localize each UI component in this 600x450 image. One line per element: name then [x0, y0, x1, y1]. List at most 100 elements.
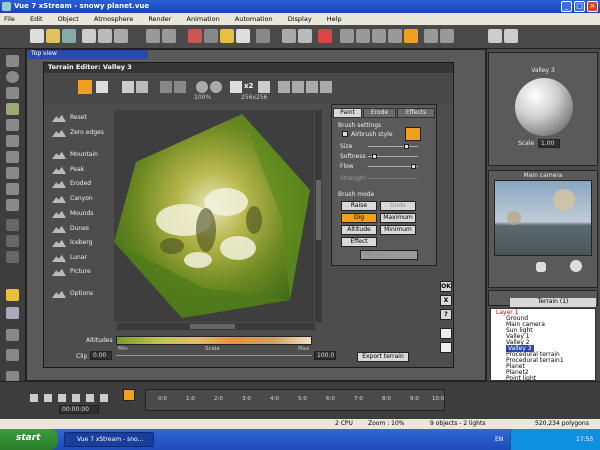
flow-slider-knob[interactable] — [411, 164, 416, 169]
cancel-button[interactable]: X — [440, 295, 452, 306]
terrain-icon[interactable] — [6, 103, 19, 115]
active-view-icon[interactable] — [404, 29, 418, 43]
resolution-icon[interactable] — [230, 81, 242, 93]
altitude-button[interactable]: Altitude — [341, 225, 377, 235]
preset-lunar[interactable]: Lunar — [52, 254, 87, 264]
tool-icon[interactable] — [6, 167, 19, 179]
altitude-gradient-bar[interactable] — [116, 336, 312, 345]
menu-file[interactable]: File — [4, 15, 15, 23]
clip-min-field[interactable]: 0.00 — [90, 351, 112, 360]
move-icon[interactable] — [570, 260, 582, 272]
tool-icon[interactable] — [6, 251, 19, 263]
terrain-horizontal-scroll-thumb[interactable] — [190, 324, 235, 329]
terrain-preview[interactable] — [114, 110, 314, 322]
document-icon[interactable] — [440, 328, 452, 339]
document-icon[interactable] — [440, 342, 452, 353]
copy-icon[interactable] — [122, 81, 134, 93]
ok-button[interactable]: OK — [440, 281, 452, 292]
menu-animation[interactable]: Animation — [187, 15, 220, 23]
menu-object[interactable]: Object — [58, 15, 79, 23]
tool-icon[interactable] — [6, 329, 19, 341]
clip-slider[interactable] — [116, 355, 312, 356]
redo-icon[interactable] — [174, 81, 186, 93]
render-icon[interactable] — [188, 29, 202, 43]
zoom-in-icon[interactable] — [372, 29, 386, 43]
undo-icon[interactable] — [160, 81, 172, 93]
resolution-icon[interactable] — [258, 81, 270, 93]
minimize-button[interactable]: _ — [561, 1, 572, 12]
view-icon[interactable] — [340, 29, 354, 43]
tool-icon[interactable] — [6, 199, 19, 211]
brush-mode-icon[interactable] — [78, 80, 92, 94]
tool-icon[interactable] — [6, 151, 19, 163]
tab-effects[interactable]: Effects — [397, 108, 435, 118]
brush-icon[interactable] — [282, 29, 296, 43]
tool-icon[interactable] — [6, 219, 19, 231]
view-icon[interactable] — [356, 29, 370, 43]
next-icon[interactable] — [86, 394, 94, 402]
camera-icon[interactable] — [256, 29, 270, 43]
redo-icon[interactable] — [162, 29, 176, 43]
strength-slider[interactable] — [368, 178, 418, 179]
paste-icon[interactable] — [114, 29, 128, 43]
export-terrain-button[interactable]: Export terrain — [357, 352, 409, 362]
tab-erode[interactable]: Erode — [363, 108, 396, 118]
clip-max-field[interactable]: 100.0 — [314, 351, 336, 360]
current-time-field[interactable]: 00:00:00 — [59, 405, 99, 414]
camera-preview[interactable] — [494, 180, 592, 256]
effect-dropdown[interactable]: Plateau — [360, 250, 418, 260]
undo-button[interactable]: Undo — [380, 201, 416, 211]
menu-edit[interactable]: Edit — [30, 15, 43, 23]
terrain-tool-icon[interactable] — [278, 81, 290, 93]
menu-render[interactable]: Render — [148, 15, 171, 23]
text-icon[interactable] — [6, 87, 19, 99]
grid-icon[interactable] — [440, 29, 454, 43]
terrain-tool-icon[interactable] — [306, 81, 318, 93]
effect-button[interactable]: Effect — [341, 237, 377, 247]
keyframe-icon[interactable] — [123, 389, 135, 401]
dig-button[interactable]: Dig — [341, 213, 377, 223]
minimum-button[interactable]: Minimum — [380, 225, 416, 235]
zoom-in-icon[interactable] — [196, 81, 208, 93]
preset-eroded[interactable]: Eroded — [52, 180, 91, 190]
close-button[interactable]: × — [587, 1, 598, 12]
raise-button[interactable]: Raise — [341, 201, 377, 211]
hand-pan-icon[interactable] — [536, 262, 546, 272]
copy-icon[interactable] — [98, 29, 112, 43]
previous-icon[interactable] — [44, 394, 52, 402]
terrain-vertical-scroll-thumb[interactable] — [316, 180, 321, 240]
help-button[interactable]: ? — [440, 309, 452, 320]
forward-icon[interactable] — [100, 394, 108, 402]
preset-peak[interactable]: Peak — [52, 166, 84, 176]
tool-icon[interactable] — [6, 307, 19, 319]
sun-icon[interactable] — [220, 29, 234, 43]
start-button[interactable]: start — [0, 429, 58, 450]
tool-icon[interactable] — [6, 235, 19, 247]
layout-icon[interactable] — [504, 29, 518, 43]
terrain-view-icon[interactable] — [96, 81, 108, 93]
cut-icon[interactable] — [82, 29, 96, 43]
menu-atmosphere[interactable]: Atmosphere — [94, 15, 133, 23]
menu-help[interactable]: Help — [327, 15, 342, 23]
size-slider[interactable] — [368, 146, 418, 147]
terrain-tool-icon[interactable] — [292, 81, 304, 93]
color-balls-icon[interactable] — [318, 29, 332, 43]
maximize-button[interactable]: □ — [574, 1, 585, 12]
tool-icon[interactable] — [6, 183, 19, 195]
tool-icon[interactable] — [6, 135, 19, 147]
sun-icon[interactable] — [6, 289, 19, 301]
preset-zero-edges[interactable]: Zero edges — [52, 129, 104, 139]
menu-automation[interactable]: Automation — [235, 15, 273, 23]
sphere-icon[interactable] — [6, 71, 19, 83]
menu-display[interactable]: Display — [288, 15, 312, 23]
save-icon[interactable] — [62, 29, 76, 43]
layout-icon[interactable] — [488, 29, 502, 43]
preset-canyon[interactable]: Canyon — [52, 195, 93, 205]
zoom-out-icon[interactable] — [388, 29, 402, 43]
taskbar-item-vue[interactable]: Vue 7 xStream - sno... — [64, 432, 154, 447]
preset-mounds[interactable]: Mounds — [52, 210, 93, 220]
play-icon[interactable] — [72, 394, 80, 402]
preset-reset[interactable]: Reset — [52, 114, 87, 124]
tool-icon[interactable] — [6, 119, 19, 131]
brush-preview-icon[interactable] — [405, 127, 421, 141]
